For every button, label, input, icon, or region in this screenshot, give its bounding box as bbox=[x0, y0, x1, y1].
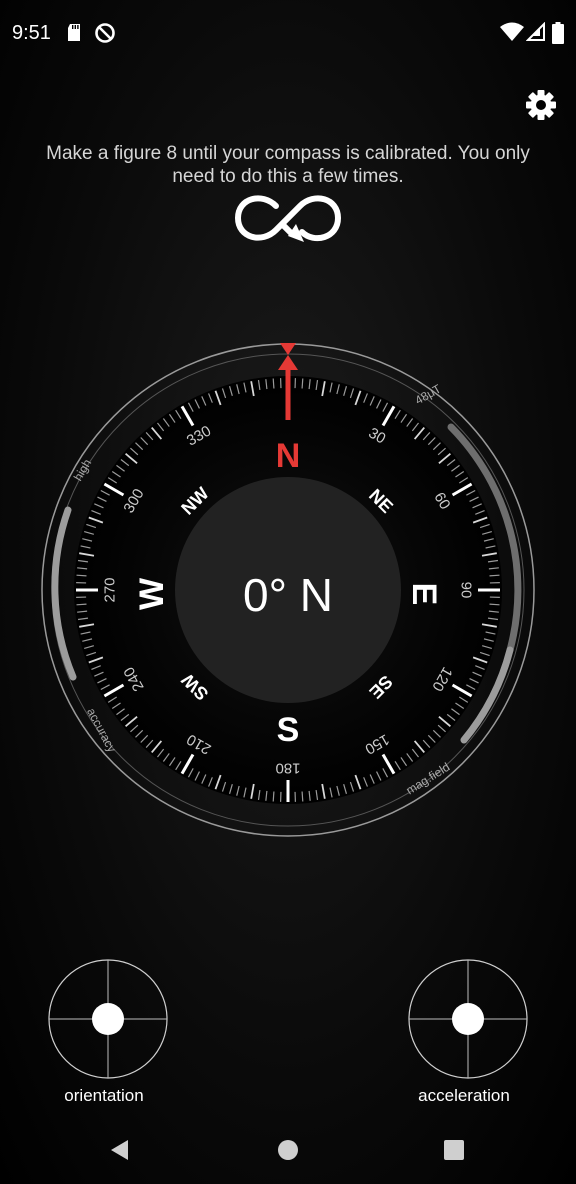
acceleration-label: acceleration bbox=[418, 1086, 510, 1105]
cardinal-n: N bbox=[276, 437, 301, 475]
back-icon[interactable] bbox=[108, 1138, 132, 1162]
north-needle bbox=[285, 368, 291, 420]
orientation-label: orientation bbox=[64, 1086, 144, 1105]
tick-266 bbox=[76, 603, 87, 606]
degree-label-180: 180 bbox=[275, 760, 300, 777]
heading-readout: 0° N bbox=[243, 569, 333, 621]
acceleration-dot bbox=[452, 1003, 484, 1035]
wifi-icon bbox=[500, 22, 524, 41]
north-marker-arrow bbox=[278, 355, 298, 370]
tick-4 bbox=[301, 378, 304, 389]
status-bar: 9:51 bbox=[0, 0, 576, 70]
do-not-disturb-icon bbox=[95, 23, 115, 43]
north-marker-top bbox=[280, 343, 296, 355]
tick-94 bbox=[489, 603, 500, 606]
figure-eight-icon bbox=[234, 195, 342, 242]
battery-icon bbox=[552, 22, 564, 44]
status-time: 9:51 bbox=[12, 22, 51, 44]
cardinal-s: S bbox=[277, 711, 300, 749]
signal-icon bbox=[526, 22, 545, 41]
accuracy-gauge bbox=[51, 506, 77, 681]
acceleration-pad bbox=[408, 959, 528, 1079]
degree-label-270: 270 bbox=[102, 577, 119, 602]
sd-card-icon bbox=[68, 24, 80, 41]
cardinal-e: E bbox=[405, 583, 443, 606]
tick-274 bbox=[76, 574, 87, 577]
tick-184 bbox=[272, 791, 275, 802]
tick-176 bbox=[301, 791, 304, 802]
home-icon[interactable] bbox=[276, 1138, 300, 1162]
tick-356 bbox=[272, 378, 275, 389]
magfield-max-label: 48μT bbox=[413, 381, 444, 407]
compass-dial: high accuracy 48μT mag.field 30 60 90 12… bbox=[41, 343, 535, 837]
cardinal-w: W bbox=[133, 577, 171, 610]
orientation-pad bbox=[48, 959, 168, 1079]
calibration-message: Make a figure 8 until your compass is ca… bbox=[46, 143, 530, 187]
degree-label-90: 90 bbox=[458, 582, 475, 599]
gear-icon[interactable] bbox=[524, 88, 558, 122]
orientation-dot bbox=[92, 1003, 124, 1035]
tick-86 bbox=[489, 574, 500, 577]
recents-icon[interactable] bbox=[443, 1139, 465, 1161]
navigation-bar bbox=[0, 1116, 576, 1184]
